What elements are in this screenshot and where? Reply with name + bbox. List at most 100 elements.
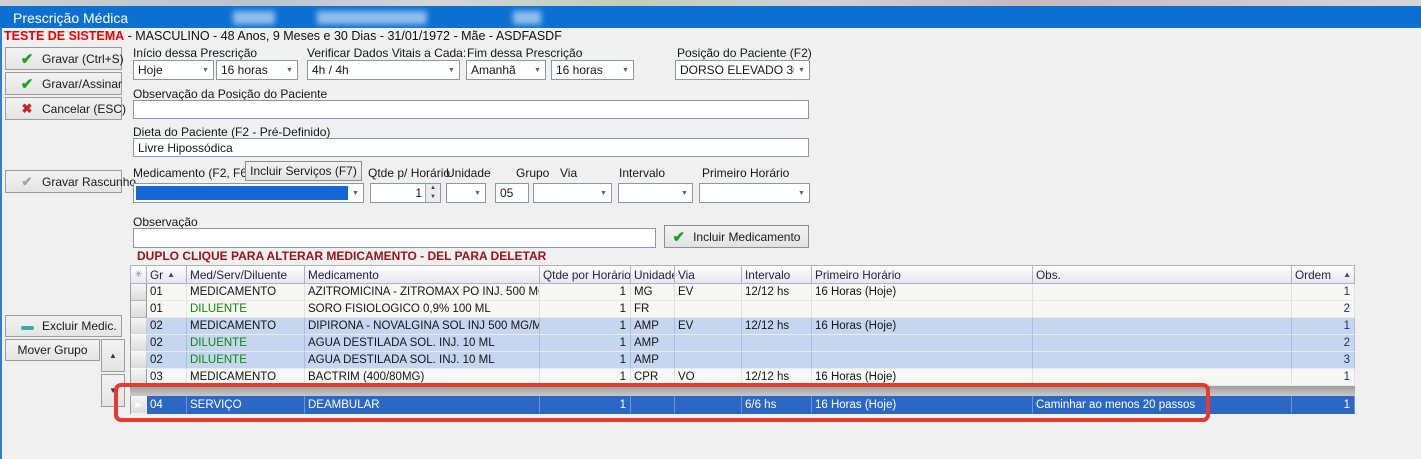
- vitals-interval-select[interactable]: 4h / 4h ▼: [307, 60, 460, 80]
- cell-primeiro[interactable]: [812, 352, 1033, 369]
- cell-unidade[interactable]: [631, 396, 675, 414]
- row-selector[interactable]: [130, 301, 147, 318]
- cell-gr[interactable]: 02: [147, 318, 187, 335]
- cell-gr[interactable]: 02: [147, 335, 187, 352]
- cell-primeiro[interactable]: 16 Horas (Hoje): [812, 396, 1033, 414]
- row-selector[interactable]: [130, 352, 147, 369]
- start-day-select[interactable]: Hoje ▼: [133, 60, 214, 80]
- medication-select[interactable]: ▼: [133, 183, 364, 203]
- column-header-medicamento[interactable]: Medicamento: [305, 265, 540, 284]
- cell-tipo[interactable]: SERVIÇO: [187, 396, 305, 414]
- stepper-down-icon[interactable]: ▼: [426, 193, 440, 202]
- cell-ordem[interactable]: 1: [1292, 396, 1355, 414]
- route-select[interactable]: ▼: [533, 183, 612, 203]
- save-draft-button[interactable]: ✔ Gravar Rascunho: [5, 170, 122, 193]
- cell-unidade[interactable]: AMP: [631, 352, 675, 369]
- group-input[interactable]: 05: [495, 183, 529, 203]
- cell-medicamento[interactable]: AZITROMICINA - ZITROMAX PO INJ. 500 MG: [305, 284, 540, 301]
- cell-tipo[interactable]: DILUENTE: [187, 352, 305, 369]
- unit-select[interactable]: ▼: [446, 183, 486, 203]
- cell-qtde[interactable]: 1: [540, 318, 631, 335]
- cell-intervalo[interactable]: 12/12 hs: [742, 284, 812, 301]
- observation-input[interactable]: [133, 228, 656, 248]
- row-selector[interactable]: [130, 318, 147, 335]
- cell-via[interactable]: [675, 301, 742, 318]
- end-day-select[interactable]: Amanhã ▼: [466, 60, 546, 80]
- diet-input[interactable]: Livre Hipossódica: [133, 138, 809, 157]
- cell-primeiro[interactable]: 16 Horas (Hoje): [812, 318, 1033, 335]
- save-sign-button[interactable]: ✔ Gravar/Assinar: [5, 72, 122, 95]
- row-selector[interactable]: [130, 369, 147, 386]
- cell-qtde[interactable]: 1: [540, 369, 631, 386]
- cell-unidade[interactable]: AMP: [631, 335, 675, 352]
- cell-primeiro[interactable]: 16 Horas (Hoje): [812, 284, 1033, 301]
- cell-via[interactable]: EV: [675, 318, 742, 335]
- table-row[interactable]: 01DILUENTESORO FISIOLOGICO 0,9% 100 ML1F…: [130, 301, 1355, 318]
- cell-gr[interactable]: 04: [147, 396, 187, 414]
- table-row[interactable]: ▶04SERVIÇODEAMBULAR 1 6/6 hs16 Horas (Hoje…: [130, 396, 1355, 414]
- cell-tipo[interactable]: DILUENTE: [187, 335, 305, 352]
- cell-qtde[interactable]: 1: [540, 284, 631, 301]
- cell-ordem[interactable]: 2: [1292, 335, 1355, 352]
- first-time-select[interactable]: ▼: [699, 183, 810, 203]
- cell-via[interactable]: [675, 396, 742, 414]
- cell-qtde[interactable]: 1: [540, 301, 631, 318]
- cell-ordem[interactable]: 1: [1292, 369, 1355, 386]
- cell-qtde[interactable]: 1: [540, 335, 631, 352]
- cell-obs[interactable]: [1033, 335, 1292, 352]
- row-selector[interactable]: ▶: [130, 396, 147, 414]
- column-header-med-serv-diluente[interactable]: Med/Serv/Diluente: [187, 265, 305, 284]
- position-observation-input[interactable]: [133, 100, 809, 119]
- end-time-select[interactable]: 16 horas ▼: [551, 60, 634, 80]
- column-header-selector[interactable]: ✳: [130, 265, 147, 284]
- column-header-primeiro-horario[interactable]: Primeiro Horário: [812, 265, 1033, 284]
- cell-obs[interactable]: [1033, 352, 1292, 369]
- cancel-button[interactable]: ✖ Cancelar (ESC): [5, 97, 122, 120]
- cell-intervalo[interactable]: [742, 301, 812, 318]
- cell-medicamento[interactable]: DEAMBULAR: [305, 396, 540, 414]
- cell-unidade[interactable]: FR: [631, 301, 675, 318]
- cell-ordem[interactable]: 1: [1292, 318, 1355, 335]
- cell-medicamento[interactable]: BACTRIM (400/80MG): [305, 369, 540, 386]
- cell-gr[interactable]: 02: [147, 352, 187, 369]
- cell-ordem[interactable]: 1: [1292, 284, 1355, 301]
- cell-unidade[interactable]: MG: [631, 284, 675, 301]
- cell-via[interactable]: [675, 352, 742, 369]
- cell-primeiro[interactable]: 16 Horas (Hoje): [812, 369, 1033, 386]
- cell-medicamento[interactable]: AGUA DESTILADA SOL. INJ. 10 ML: [305, 335, 540, 352]
- table-row[interactable]: 01MEDICAMENTOAZITROMICINA - ZITROMAX PO …: [130, 284, 1355, 301]
- save-button[interactable]: ✔ Gravar (Ctrl+S): [5, 47, 122, 70]
- table-row[interactable]: 02MEDICAMENTODIPIRONA - NOVALGINA SOL IN…: [130, 318, 1355, 335]
- cell-gr[interactable]: 01: [147, 284, 187, 301]
- column-header-intervalo[interactable]: Intervalo: [742, 265, 812, 284]
- cell-obs[interactable]: [1033, 369, 1292, 386]
- stepper-up-icon[interactable]: ▲: [426, 184, 440, 193]
- cell-gr[interactable]: 03: [147, 369, 187, 386]
- patient-position-select[interactable]: DORSO ELEVADO 30 G ▼: [675, 60, 810, 80]
- interval-select[interactable]: ▼: [618, 183, 693, 203]
- cell-obs[interactable]: [1033, 284, 1292, 301]
- delete-medication-button[interactable]: Excluir Medic.: [5, 315, 122, 337]
- cell-intervalo[interactable]: 12/12 hs: [742, 369, 812, 386]
- column-header-ordem[interactable]: Ordem▲: [1292, 265, 1355, 284]
- row-selector[interactable]: [130, 284, 147, 301]
- cell-via[interactable]: VO: [675, 369, 742, 386]
- cell-primeiro[interactable]: [812, 335, 1033, 352]
- cell-gr[interactable]: 01: [147, 301, 187, 318]
- cell-primeiro[interactable]: [812, 301, 1033, 318]
- cell-tipo[interactable]: MEDICAMENTO: [187, 369, 305, 386]
- column-header-via[interactable]: Via: [675, 265, 742, 284]
- cell-tipo[interactable]: MEDICAMENTO: [187, 284, 305, 301]
- cell-unidade[interactable]: AMP: [631, 318, 675, 335]
- cell-medicamento[interactable]: DIPIRONA - NOVALGINA SOL INJ 500 MG/ML 2: [305, 318, 540, 335]
- cell-via[interactable]: EV: [675, 284, 742, 301]
- cell-intervalo[interactable]: 6/6 hs: [742, 396, 812, 414]
- cell-tipo[interactable]: DILUENTE: [187, 301, 305, 318]
- include-medication-button[interactable]: ✔ Incluir Medicamento: [664, 225, 809, 248]
- cell-unidade[interactable]: CPR: [631, 369, 675, 386]
- column-header-obs[interactable]: Obs.: [1033, 265, 1292, 284]
- cell-intervalo[interactable]: 12/12 hs: [742, 318, 812, 335]
- cell-obs[interactable]: [1033, 301, 1292, 318]
- row-selector[interactable]: [130, 335, 147, 352]
- column-header-unidade[interactable]: Unidade: [631, 265, 675, 284]
